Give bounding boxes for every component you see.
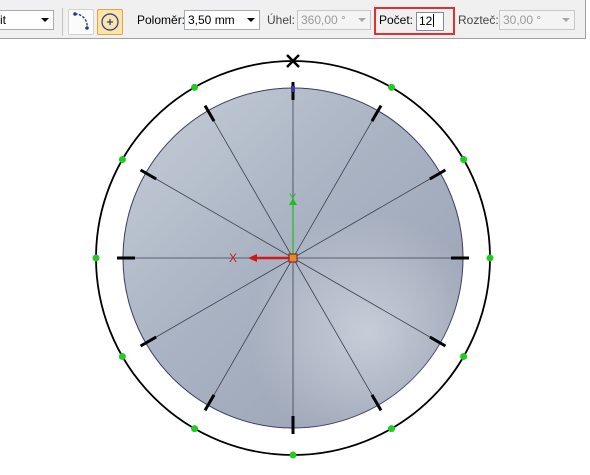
chevron-down-icon bbox=[354, 11, 370, 29]
count-value: 12 bbox=[419, 14, 433, 28]
pattern-point[interactable] bbox=[92, 254, 100, 262]
pattern-start-marker bbox=[291, 86, 295, 92]
pattern-type-value: it bbox=[0, 13, 6, 27]
pattern-toolbar: it Poloměr: 3,50 mm Úhel: 360,00 ° Počet… bbox=[0, 0, 586, 39]
origin-marker-icon[interactable] bbox=[288, 253, 298, 263]
pattern-point[interactable] bbox=[486, 254, 494, 262]
pattern-point[interactable] bbox=[388, 83, 395, 91]
y-axis-label: Y bbox=[289, 192, 297, 204]
spacing-select: 30,00 ° bbox=[499, 10, 575, 30]
sketch-canvas[interactable]: Y X bbox=[0, 39, 590, 475]
spacing-value: 30,00 ° bbox=[503, 13, 542, 27]
pattern-point[interactable] bbox=[289, 451, 297, 459]
chevron-down-icon bbox=[558, 11, 574, 29]
pattern-point[interactable] bbox=[118, 353, 126, 360]
radius-select[interactable]: 3,50 mm bbox=[184, 10, 260, 30]
pattern-point[interactable] bbox=[191, 425, 198, 433]
angle-label: Úhel: bbox=[267, 13, 296, 27]
angle-value: 360,00 ° bbox=[301, 13, 346, 27]
spacing-label: Rozteč: bbox=[458, 13, 499, 27]
pattern-point[interactable] bbox=[460, 353, 468, 360]
x-axis-label: X bbox=[229, 251, 237, 265]
count-label: Počet: bbox=[379, 13, 414, 27]
pattern-point[interactable] bbox=[460, 156, 468, 163]
pattern-point[interactable] bbox=[118, 156, 126, 163]
count-input[interactable]: 12 bbox=[416, 12, 444, 31]
circle-center-button[interactable] bbox=[97, 9, 123, 35]
chevron-down-icon bbox=[37, 11, 53, 29]
toolbar-separator bbox=[62, 8, 63, 36]
pattern-type-select[interactable]: it bbox=[0, 10, 54, 30]
pattern-point[interactable] bbox=[191, 83, 198, 91]
radius-label: Poloměr: bbox=[137, 13, 186, 27]
chevron-down-icon bbox=[243, 11, 259, 29]
arc-pattern-icon bbox=[73, 12, 89, 30]
pattern-point[interactable] bbox=[388, 425, 395, 433]
angle-select: 360,00 ° bbox=[297, 10, 371, 30]
circle-center-icon bbox=[101, 13, 119, 31]
radius-value: 3,50 mm bbox=[188, 13, 235, 27]
text-caret bbox=[433, 14, 435, 27]
arc-pattern-button[interactable] bbox=[68, 9, 94, 35]
